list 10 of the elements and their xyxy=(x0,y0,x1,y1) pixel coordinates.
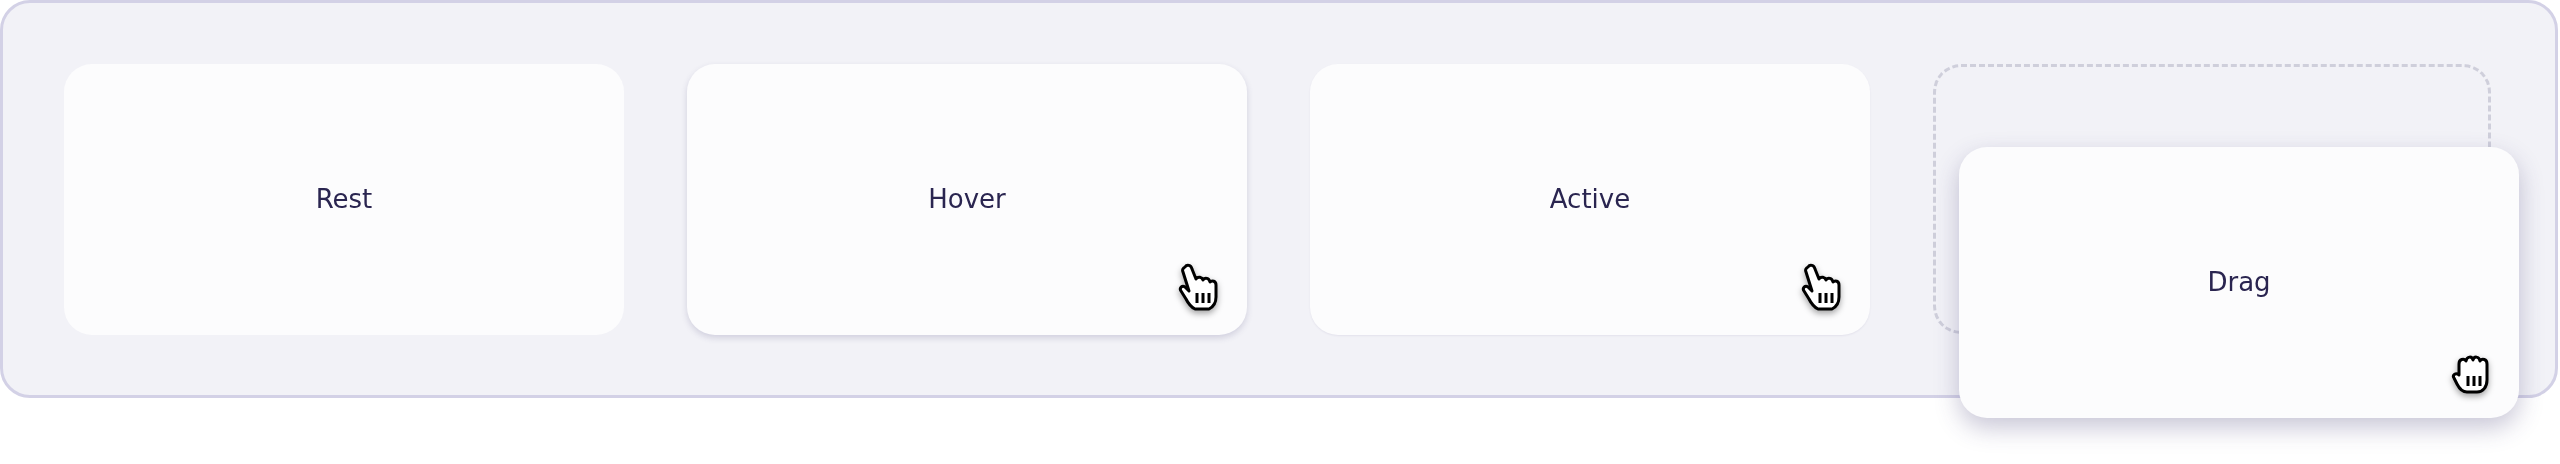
state-card[interactable]: Active xyxy=(1310,64,1870,335)
state-card[interactable]: Hover xyxy=(687,64,1247,335)
state-card[interactable]: Rest xyxy=(64,64,624,335)
state-card[interactable]: Drag xyxy=(1959,147,2519,418)
card-label: Active xyxy=(1549,183,1631,216)
card-label: Rest xyxy=(315,183,373,216)
card-label: Hover xyxy=(928,183,1006,216)
card-label: Drag xyxy=(2207,266,2271,299)
pointer-hand-icon xyxy=(1177,263,1221,311)
pointer-hand-icon xyxy=(1800,263,1844,311)
